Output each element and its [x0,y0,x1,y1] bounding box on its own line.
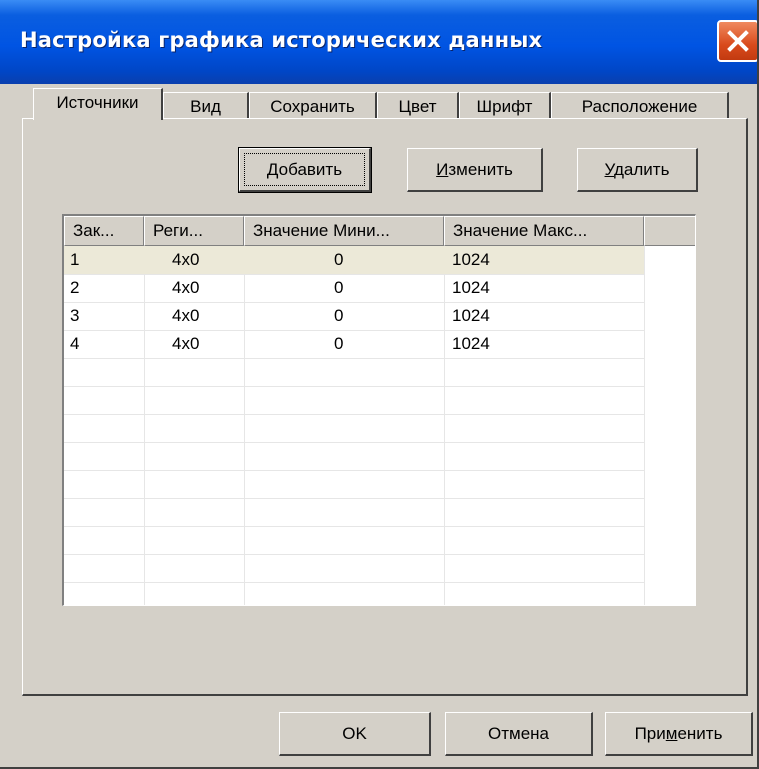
column-header-min[interactable]: Значение Мини... [244,216,444,246]
delete-button-accel: У [604,160,615,179]
cell-min: 0 [334,334,344,353]
window-title: Настройка графика исторических данных [20,28,543,52]
column-header-label: Значение Мини... [253,221,390,240]
title-bar[interactable]: Настройка графика исторических данных [0,0,757,84]
edit-button-label: зменить [448,160,513,179]
column-header-register[interactable]: Реги... [144,216,244,246]
tab-color[interactable]: Цвет [377,92,459,120]
column-header-extra[interactable] [644,216,695,246]
delete-button[interactable]: Удалить [577,148,698,192]
grid-line [64,582,644,583]
apply-button[interactable]: Применить [605,712,753,756]
grid-line [644,246,645,605]
cell-register: 4x0 [172,278,200,297]
edit-button-accel: И [436,160,449,179]
column-header-max[interactable]: Значение Макс... [444,216,644,246]
cell-order: 4 [70,334,80,353]
tab-label: Вид [190,97,221,116]
cancel-button-label: Отмена [488,724,549,743]
column-header-label: Реги... [153,221,203,240]
cell-order: 2 [70,278,80,297]
delete-button-label: далить [614,160,670,179]
cell-max: 1024 [452,278,490,297]
tab-label: Шрифт [476,97,533,116]
cell-max: 1024 [452,250,490,269]
table-row[interactable]: 2 4x0 0 1024 [64,274,644,302]
grid-line [64,414,644,415]
cell-register: 4x0 [172,306,200,325]
grid-line [64,442,644,443]
column-header-label: Зак... [73,221,115,240]
tab-sources[interactable]: Источники [33,88,163,120]
apply-button-label-prefix: При [634,724,666,743]
cell-register: 4x0 [172,334,200,353]
grid-line [64,554,644,555]
sources-list[interactable]: Зак... Реги... Значение Мини... Значение… [62,214,696,606]
tab-label: Сохранить [270,97,355,116]
cancel-button[interactable]: Отмена [445,712,593,756]
tab-label: Источники [56,93,139,112]
apply-button-accel: м [665,724,678,743]
cell-order: 3 [70,306,80,325]
grid-line [64,526,644,527]
ok-button[interactable]: OK [279,712,431,756]
close-icon [727,30,749,52]
cell-max: 1024 [452,306,490,325]
table-row[interactable]: 4 4x0 0 1024 [64,330,644,358]
grid-line [64,498,644,499]
tab-label: Расположение [581,97,698,116]
tab-label: Цвет [398,97,437,116]
cell-min: 0 [334,278,344,297]
edit-button[interactable]: Изменить [407,148,543,192]
close-button[interactable] [717,20,757,62]
cell-min: 0 [334,306,344,325]
cell-min: 0 [334,250,344,269]
add-button[interactable]: Добавить [238,147,372,193]
tab-layout[interactable]: Расположение [551,92,729,120]
tab-font[interactable]: Шрифт [459,92,551,120]
grid-line [64,358,644,359]
table-row[interactable]: 1 4x0 0 1024 [64,246,644,274]
column-header-label: Значение Макс... [453,221,588,240]
column-header-order[interactable]: Зак... [64,216,144,246]
tab-save[interactable]: Сохранить [249,92,377,120]
dialog-window: Настройка графика исторических данных Ис… [0,0,759,769]
cell-order: 1 [70,250,80,269]
tab-view[interactable]: Вид [163,92,249,120]
cell-register: 4x0 [172,250,200,269]
cell-max: 1024 [452,334,490,353]
ok-button-label: OK [342,724,367,743]
apply-button-label: енить [677,724,723,743]
focus-rect [244,153,365,186]
table-row[interactable]: 3 4x0 0 1024 [64,302,644,330]
grid-line [64,470,644,471]
grid-line [64,386,644,387]
